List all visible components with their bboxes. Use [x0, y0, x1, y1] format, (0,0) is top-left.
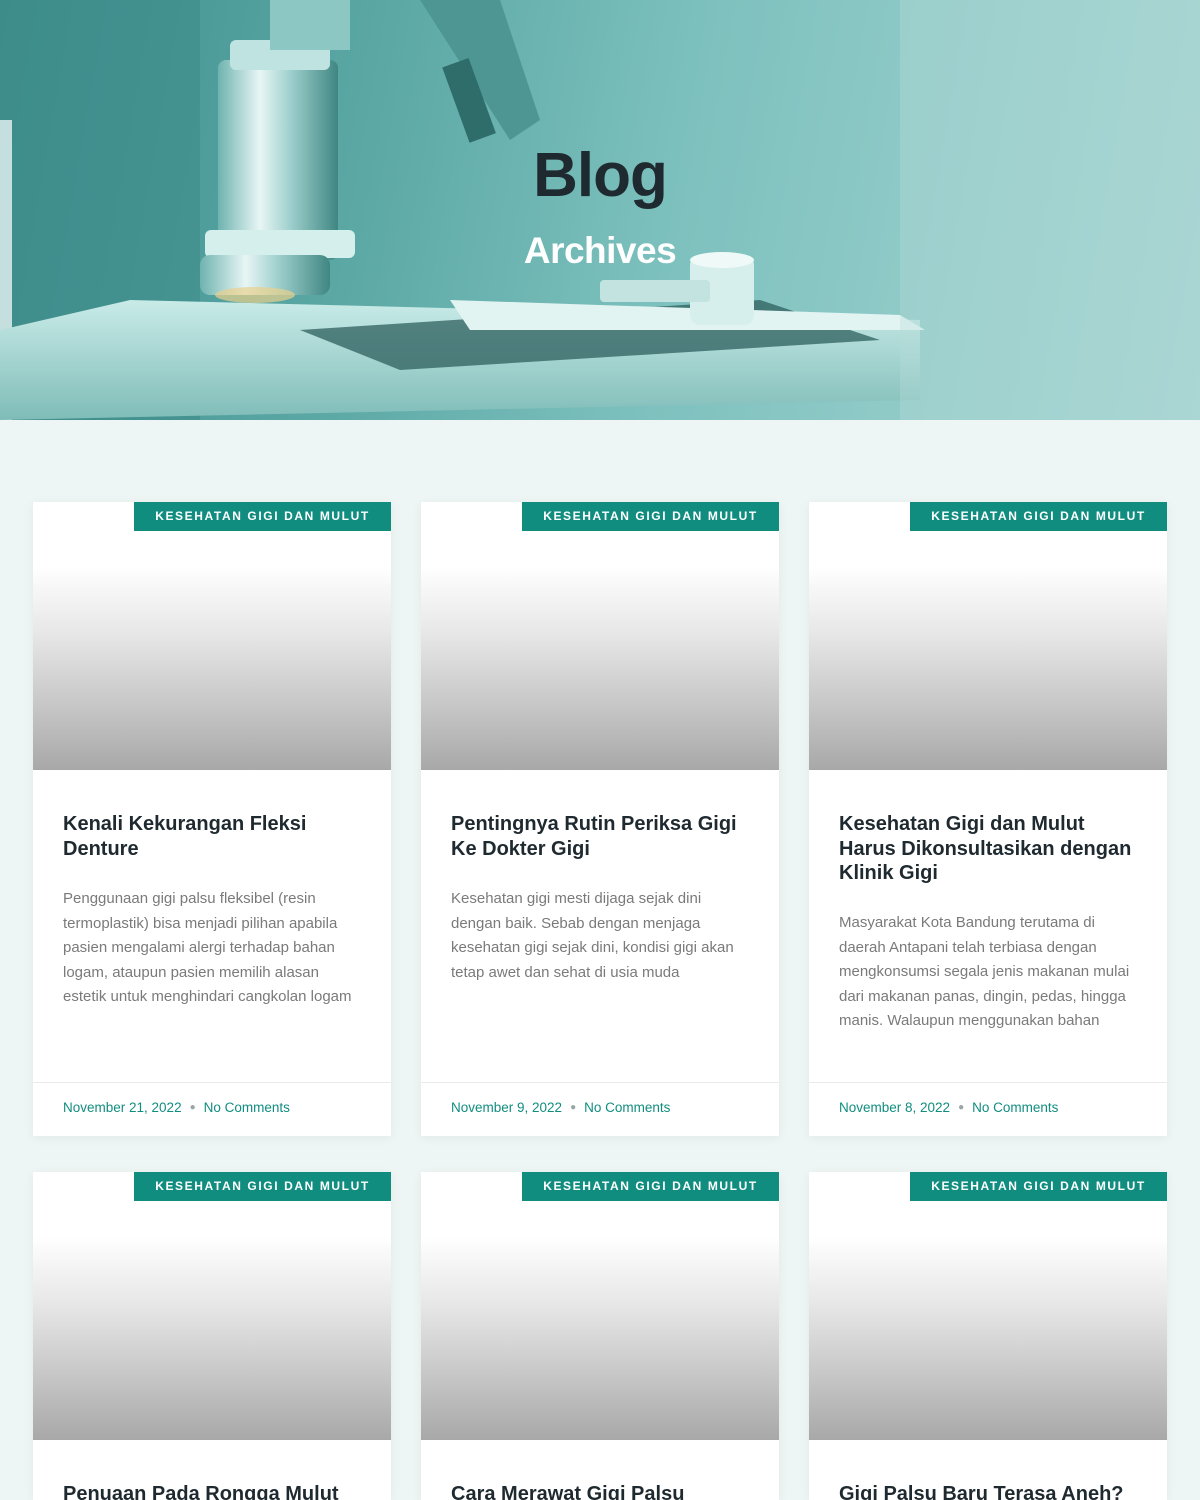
- hero-banner: Blog Archives: [0, 0, 1200, 420]
- post-thumbnail[interactable]: [809, 502, 1167, 770]
- page-subtitle: Archives: [523, 230, 677, 271]
- category-badge[interactable]: KESEHATAN GIGI DAN MULUT: [522, 502, 779, 531]
- post-card[interactable]: KESEHATAN GIGI DAN MULUT Cara Merawat Gi…: [421, 1172, 779, 1500]
- post-excerpt: Penggunaan gigi palsu fleksibel (resin t…: [63, 890, 352, 1005]
- post-thumbnail[interactable]: [421, 502, 779, 770]
- category-badge[interactable]: KESEHATAN GIGI DAN MULUT: [134, 502, 391, 531]
- post-date: November 9, 2022: [451, 1100, 563, 1115]
- post-card[interactable]: KESEHATAN GIGI DAN MULUT Pentingnya Ruti…: [421, 502, 779, 1136]
- meta-separator: ●: [189, 1102, 196, 1113]
- post-thumbnail[interactable]: [33, 1172, 391, 1440]
- post-date: November 21, 2022: [63, 1100, 182, 1115]
- post-meta: November 21, 2022 ● No Comments: [63, 1100, 290, 1115]
- post-title[interactable]: Pentingnya Rutin Periksa Gigi Ke Dokter …: [451, 812, 755, 861]
- post-title[interactable]: Penuaan Pada Rongga Mulut: [63, 1482, 367, 1500]
- post-excerpt: Masyarakat Kota Bandung terutama di daer…: [839, 914, 1130, 1029]
- post-title[interactable]: Kesehatan Gigi dan Mulut Harus Dikonsult…: [839, 812, 1143, 886]
- post-meta: November 8, 2022 ● No Comments: [839, 1100, 1058, 1115]
- post-meta: November 9, 2022 ● No Comments: [451, 1100, 670, 1115]
- post-comments-link[interactable]: No Comments: [972, 1100, 1058, 1115]
- post-thumbnail[interactable]: [421, 1172, 779, 1440]
- post-card[interactable]: KESEHATAN GIGI DAN MULUT Kesehatan Gigi …: [809, 502, 1167, 1136]
- post-card[interactable]: KESEHATAN GIGI DAN MULUT Penuaan Pada Ro…: [33, 1172, 391, 1500]
- category-badge[interactable]: KESEHATAN GIGI DAN MULUT: [910, 1172, 1167, 1201]
- post-comments-link[interactable]: No Comments: [584, 1100, 670, 1115]
- post-card[interactable]: KESEHATAN GIGI DAN MULUT Gigi Palsu Baru…: [809, 1172, 1167, 1500]
- post-thumbnail[interactable]: [809, 1172, 1167, 1440]
- card-divider: [809, 1082, 1167, 1083]
- post-title[interactable]: Cara Merawat Gigi Palsu: [451, 1482, 755, 1500]
- post-excerpt: Kesehatan gigi mesti dijaga sejak dini d…: [451, 890, 734, 981]
- post-thumbnail[interactable]: [33, 502, 391, 770]
- post-date: November 8, 2022: [839, 1100, 951, 1115]
- page-title: Blog: [533, 141, 668, 210]
- category-badge[interactable]: KESEHATAN GIGI DAN MULUT: [522, 1172, 779, 1201]
- meta-separator: ●: [570, 1102, 577, 1113]
- meta-separator: ●: [958, 1102, 965, 1113]
- post-title[interactable]: Kenali Kekurangan Fleksi Denture: [63, 812, 367, 861]
- post-comments-link[interactable]: No Comments: [204, 1100, 290, 1115]
- card-divider: [421, 1082, 779, 1083]
- post-title[interactable]: Gigi Palsu Baru Terasa Aneh?: [839, 1482, 1143, 1500]
- card-divider: [33, 1082, 391, 1083]
- post-card[interactable]: KESEHATAN GIGI DAN MULUT Kenali Kekurang…: [33, 502, 391, 1136]
- category-badge[interactable]: KESEHATAN GIGI DAN MULUT: [910, 502, 1167, 531]
- category-badge[interactable]: KESEHATAN GIGI DAN MULUT: [134, 1172, 391, 1201]
